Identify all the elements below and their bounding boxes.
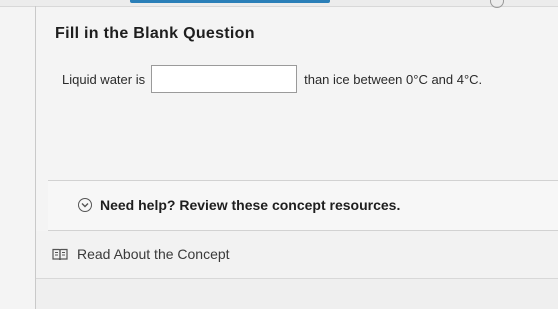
question-text-before: Liquid water is <box>62 71 146 87</box>
concept-label: Read About the Concept <box>77 246 230 262</box>
question-sentence: Liquid water is than ice between 0°C and… <box>62 62 482 96</box>
page: Fill in the Blank Question Liquid water … <box>0 0 558 309</box>
book-icon <box>52 248 68 261</box>
chevron-down-circle-icon <box>78 198 92 212</box>
help-label: Need help? Review these concept resource… <box>100 197 401 213</box>
concept-panel: Read About the Concept <box>36 231 558 279</box>
question-title: Fill in the Blank Question <box>55 25 255 42</box>
answer-blank-input[interactable] <box>151 65 298 93</box>
help-panel: Need help? Review these concept resource… <box>48 180 558 231</box>
read-concept-link[interactable]: Read About the Concept <box>52 246 230 262</box>
bottom-area <box>36 279 558 309</box>
progress-bar <box>130 0 330 3</box>
help-toggle-button[interactable]: Need help? Review these concept resource… <box>78 197 400 213</box>
question-text-after: than ice between 0°C and 4°C. <box>304 71 483 87</box>
info-icon[interactable] <box>490 0 504 8</box>
top-strip <box>0 0 558 8</box>
